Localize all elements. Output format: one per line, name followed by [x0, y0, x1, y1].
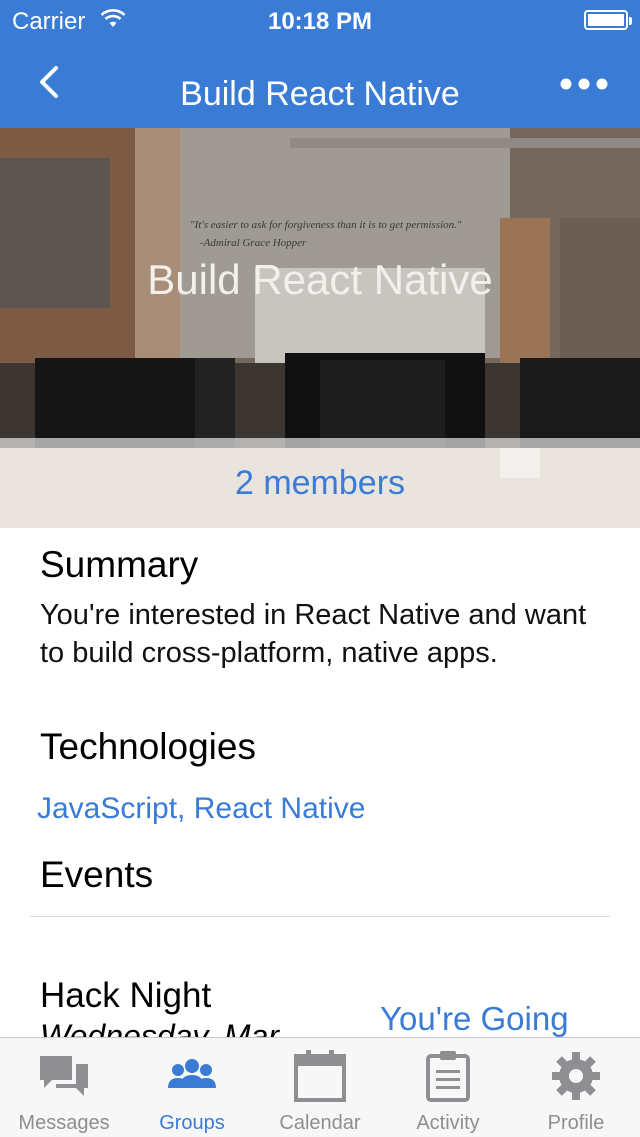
- tab-label: Profile: [547, 1112, 605, 1134]
- event-name: Hack Night: [40, 976, 212, 1015]
- group-name-overlay: Build React Native: [147, 256, 493, 303]
- calendar-icon: [294, 1050, 346, 1102]
- tab-label: Groups: [159, 1112, 225, 1134]
- group-icon: [168, 1059, 216, 1088]
- tab-groups[interactable]: Groups: [128, 1038, 256, 1137]
- tab-activity[interactable]: Activity: [384, 1038, 512, 1137]
- technologies-link[interactable]: JavaScript, React Native: [37, 792, 365, 826]
- chat-bubbles-icon: [40, 1056, 88, 1096]
- ellipsis-icon: [560, 78, 608, 90]
- summary-heading: Summary: [40, 544, 199, 585]
- navigation-bar: Build React Native: [0, 40, 640, 128]
- tab-messages[interactable]: Messages: [0, 1038, 128, 1137]
- wall-quote: "It's easier to ask for forgiveness than…: [190, 219, 462, 231]
- more-options-button[interactable]: [558, 76, 610, 92]
- wall-quote-author: -Admiral Grace Hopper: [200, 237, 307, 249]
- status-bar: Carrier 10:18 PM: [0, 0, 640, 40]
- tab-bar: Messages Groups Calendar Activity Profil…: [0, 1037, 640, 1137]
- tab-calendar[interactable]: Calendar: [256, 1038, 384, 1137]
- tab-label: Activity: [416, 1112, 480, 1134]
- battery-icon: [584, 10, 632, 30]
- tab-profile[interactable]: Profile: [512, 1038, 640, 1137]
- clipboard-icon: [426, 1051, 470, 1102]
- summary-text: You're interested in React Native and wa…: [40, 599, 587, 669]
- tab-label: Messages: [18, 1112, 110, 1134]
- tab-label: Calendar: [279, 1112, 361, 1134]
- event-rsvp-status[interactable]: You're Going: [380, 1000, 569, 1038]
- members-count-link[interactable]: 2 members: [0, 464, 640, 503]
- gear-icon: [552, 1052, 600, 1100]
- nav-title: Build React Native: [180, 75, 460, 113]
- group-header-banner: "It's easier to ask for forgiveness than…: [0, 128, 640, 528]
- events-heading: Events: [40, 854, 154, 895]
- technologies-heading: Technologies: [40, 726, 256, 767]
- clock: 10:18 PM: [267, 8, 373, 35]
- divider: [30, 916, 610, 917]
